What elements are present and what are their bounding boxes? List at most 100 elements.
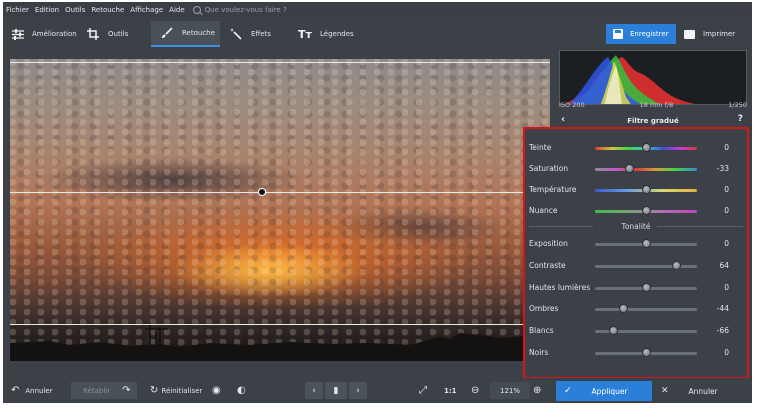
tab-label: Amélioration xyxy=(32,30,77,38)
blacks-knob[interactable] xyxy=(641,348,651,357)
contrast-knob[interactable] xyxy=(672,261,682,270)
preview-eye-button[interactable]: ◉ xyxy=(212,382,227,399)
slider-value: -44 xyxy=(716,304,729,313)
menu-file[interactable]: Fichier xyxy=(6,6,29,14)
save-button[interactable]: Enregistrer xyxy=(606,24,676,44)
gradient-center-handle[interactable] xyxy=(258,188,266,196)
gradient-center-line[interactable] xyxy=(10,192,550,193)
lens-value: 18 mm f/8 xyxy=(639,101,674,109)
slider-label: Température xyxy=(529,185,577,194)
saturation-track[interactable] xyxy=(595,168,697,171)
reset-icon: ↻ xyxy=(150,385,159,396)
folder-icon: ▮ xyxy=(333,385,339,396)
back-chevron-icon[interactable]: ‹ xyxy=(561,114,565,125)
slider-nuance: Nuance 0 xyxy=(525,204,747,218)
slider-label: Ombres xyxy=(529,304,559,313)
cancel-label: Annuler xyxy=(688,386,718,396)
contrast-track[interactable] xyxy=(595,265,697,268)
fit-screen-icon: ⤢ xyxy=(419,385,427,396)
gradient-end-line[interactable] xyxy=(10,324,550,325)
saturation-knob[interactable] xyxy=(625,164,635,173)
tab-effets[interactable]: Effets xyxy=(220,21,288,47)
redo-icon: ↷ xyxy=(122,385,131,396)
shadows-knob[interactable] xyxy=(619,304,629,313)
slider-contraste: Contraste 64 xyxy=(525,259,747,273)
tab-outils[interactable]: Outils xyxy=(77,21,149,47)
hue-knob[interactable] xyxy=(641,143,651,152)
photo-canvas[interactable] xyxy=(10,59,550,361)
slider-label: Teinte xyxy=(529,143,552,152)
redo-button[interactable]: Rétablir ↷ xyxy=(71,382,137,399)
temperature-knob[interactable] xyxy=(641,185,651,194)
exif-info: ISO 200 18 mm f/8 1/250 xyxy=(559,101,747,111)
undo-button[interactable]: ↶ Annuler xyxy=(11,382,53,399)
folder-button[interactable]: ▮ xyxy=(325,382,347,399)
iso-value: ISO 200 xyxy=(559,101,585,109)
slider-value: 0 xyxy=(724,143,729,152)
whites-knob[interactable] xyxy=(608,326,618,335)
next-button[interactable]: › xyxy=(349,382,367,399)
prev-button[interactable]: ‹ xyxy=(305,382,323,399)
search-icon xyxy=(192,5,201,14)
app-window: Fichier Edition Outils Retouche Affichag… xyxy=(3,2,752,403)
chevron-right-icon: › xyxy=(356,385,360,396)
menu-edit[interactable]: Edition xyxy=(35,6,59,14)
menu-bar: Fichier Edition Outils Retouche Affichag… xyxy=(3,2,752,17)
zoom-level[interactable]: 121% xyxy=(490,382,530,399)
magic-wand-icon xyxy=(229,27,243,41)
compare-button[interactable]: ◐ xyxy=(237,382,252,399)
slider-temperature: Température 0 xyxy=(525,183,747,197)
reset-button[interactable]: ↻ Réinitialiser xyxy=(150,382,202,399)
slider-label: Contraste xyxy=(529,261,566,270)
undo-icon: ↶ xyxy=(11,385,20,396)
tab-label: Légendes xyxy=(320,30,354,38)
tab-retouche[interactable]: Retouche xyxy=(151,21,220,47)
slider-value: 0 xyxy=(724,283,729,292)
shadows-track[interactable] xyxy=(595,308,697,311)
slider-blancs: Blancs -66 xyxy=(525,324,747,338)
city-skyline xyxy=(10,323,550,361)
fit-button[interactable]: ⤢ xyxy=(419,382,433,399)
slider-label: Noirs xyxy=(529,348,549,357)
zoom-in-button[interactable]: ⊕ xyxy=(533,382,547,399)
cloud-texture xyxy=(10,59,550,361)
search-box[interactable]: Que voulez-vous faire ? xyxy=(192,5,287,14)
reset-label: Réinitialiser xyxy=(161,386,203,395)
slider-value: 0 xyxy=(724,239,729,248)
slider-label: Hautes lumières xyxy=(529,283,591,292)
menu-retouch[interactable]: Retouche xyxy=(91,6,124,14)
brush-icon xyxy=(160,26,174,40)
menu-view[interactable]: Affichage xyxy=(130,6,163,14)
floppy-icon xyxy=(613,29,623,39)
actual-size-button[interactable]: 1:1 xyxy=(444,382,457,399)
slider-value: 64 xyxy=(719,261,729,270)
undo-label: Annuler xyxy=(25,386,53,395)
tab-label: Effets xyxy=(251,30,271,38)
plus-circle-icon: ⊕ xyxy=(533,385,542,396)
check-icon: ✓ xyxy=(564,386,572,396)
tab-label: Retouche xyxy=(182,29,215,37)
menu-help[interactable]: Aide xyxy=(169,6,184,14)
search-placeholder: Que voulez-vous faire ? xyxy=(204,5,287,14)
graduated-filter-settings: Teinte 0 Saturation -33 Température 0 Nu… xyxy=(523,127,749,379)
cancel-button[interactable]: ✕ Annuler xyxy=(658,381,748,401)
menu-tools[interactable]: Outils xyxy=(65,6,85,14)
tab-amelioration[interactable]: Amélioration xyxy=(3,21,77,47)
apply-button[interactable]: ✓ Appliquer xyxy=(556,381,652,401)
histogram xyxy=(559,50,747,105)
highlights-knob[interactable] xyxy=(641,283,651,292)
divider-right xyxy=(657,226,743,227)
exposure-knob[interactable] xyxy=(641,239,651,248)
gradient-start-line[interactable] xyxy=(10,62,550,63)
text-icon: Tт xyxy=(298,27,312,41)
slider-exposition: Exposition 0 xyxy=(525,237,747,251)
printer-icon xyxy=(684,29,695,39)
zoom-out-button[interactable]: ⊖ xyxy=(471,382,485,399)
eye-icon: ◉ xyxy=(212,385,221,396)
tab-legendes[interactable]: Tт Légendes xyxy=(289,21,361,47)
help-button[interactable]: ? xyxy=(738,114,743,124)
slider-value: 0 xyxy=(724,185,729,194)
main-toolbar: Amélioration Outils Retouche Effets Tт L… xyxy=(3,21,752,47)
print-button[interactable]: Imprimer xyxy=(681,24,747,44)
tint-knob[interactable] xyxy=(641,206,651,215)
